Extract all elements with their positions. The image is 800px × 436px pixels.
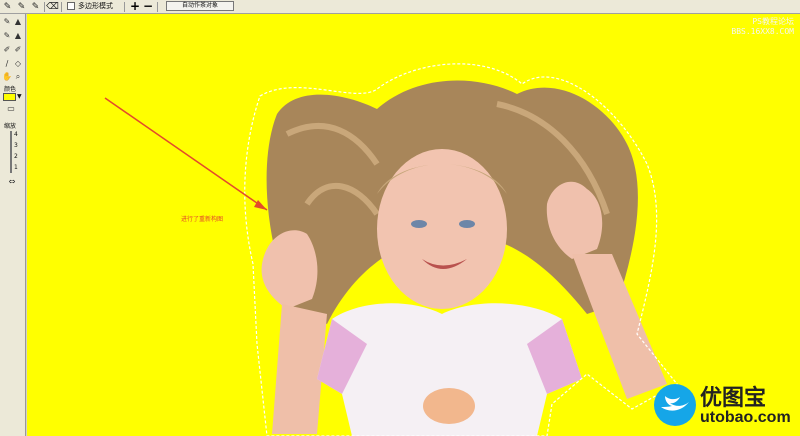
hand-icon[interactable]: ✋ bbox=[2, 72, 12, 82]
scale-tick: 3 bbox=[14, 142, 18, 149]
watermark-brand: 优图宝 bbox=[700, 386, 767, 411]
brush-tool-icon[interactable]: ✎ bbox=[2, 1, 13, 12]
watermark-domain: utobao.com bbox=[700, 409, 791, 426]
multi-select-label: 多边形模式 bbox=[78, 2, 113, 10]
eraser-icon[interactable]: ⌫ bbox=[46, 1, 59, 12]
fill-icon[interactable]: ▲ bbox=[13, 17, 23, 27]
forum-watermark: PS教程论坛 BBS.16XX8.COM bbox=[731, 17, 794, 37]
zoom-label: 缩放 bbox=[4, 123, 17, 130]
toolbar-divider bbox=[44, 2, 45, 12]
add-button[interactable]: + bbox=[130, 0, 140, 13]
edge-highlighter-icon[interactable]: ✎ bbox=[2, 17, 12, 27]
touchup-icon[interactable]: ✐ bbox=[13, 45, 23, 55]
multi-select-checkbox[interactable] bbox=[67, 2, 75, 10]
color-swatch[interactable] bbox=[3, 93, 16, 101]
toolbar-divider bbox=[124, 2, 125, 12]
remove-button[interactable]: − bbox=[143, 0, 153, 13]
scale-tick: 2 bbox=[14, 153, 18, 160]
cleanup-icon[interactable]: ▲ bbox=[13, 31, 23, 41]
toolbar-divider bbox=[61, 2, 62, 12]
eraser-tool-icon[interactable]: ◇ bbox=[13, 59, 23, 69]
watermark-url: BBS.16XX8.COM bbox=[731, 27, 794, 36]
color-dropdown-icon[interactable]: ▼ bbox=[17, 93, 22, 100]
auto-select-button[interactable]: 自动作茶对象 bbox=[166, 1, 234, 11]
top-toolbar: ✎ ✎ ✎ ⌫ 多边形模式 + − 自动作茶对象 bbox=[0, 0, 800, 14]
brush-add-icon[interactable]: ✎ bbox=[16, 1, 27, 12]
scale-tick: 4 bbox=[14, 131, 18, 138]
keep-brush-icon[interactable]: ✎ bbox=[2, 31, 12, 41]
bird-logo-icon bbox=[654, 384, 696, 426]
tool-sidebar: ✎ ▲ ✎ ▲ ✐ ✐ ∕ ◇ ✋ ⌕ 颜色 ▼ ▭ 缩放 4 3 2 1 ⇔ bbox=[0, 14, 26, 436]
pen-icon[interactable]: ∕ bbox=[2, 59, 12, 69]
zoom-icon[interactable]: ⌕ bbox=[13, 72, 23, 82]
scale-tick: 1 bbox=[14, 164, 18, 171]
brush-remove-icon[interactable]: ✎ bbox=[30, 1, 41, 12]
preview-icon[interactable]: ▭ bbox=[4, 104, 18, 114]
color-label: 颜色 bbox=[4, 86, 17, 93]
fit-icon[interactable]: ⇔ bbox=[5, 177, 19, 187]
watermark-title: PS教程论坛 bbox=[752, 17, 794, 26]
toolbar-divider bbox=[157, 2, 158, 12]
utobao-watermark: 优图宝 utobao.com bbox=[650, 372, 800, 436]
zoom-slider[interactable] bbox=[10, 131, 12, 173]
annotation-text: 进行了重新构图 bbox=[181, 216, 224, 223]
eyedropper-icon[interactable]: ✐ bbox=[2, 45, 12, 55]
